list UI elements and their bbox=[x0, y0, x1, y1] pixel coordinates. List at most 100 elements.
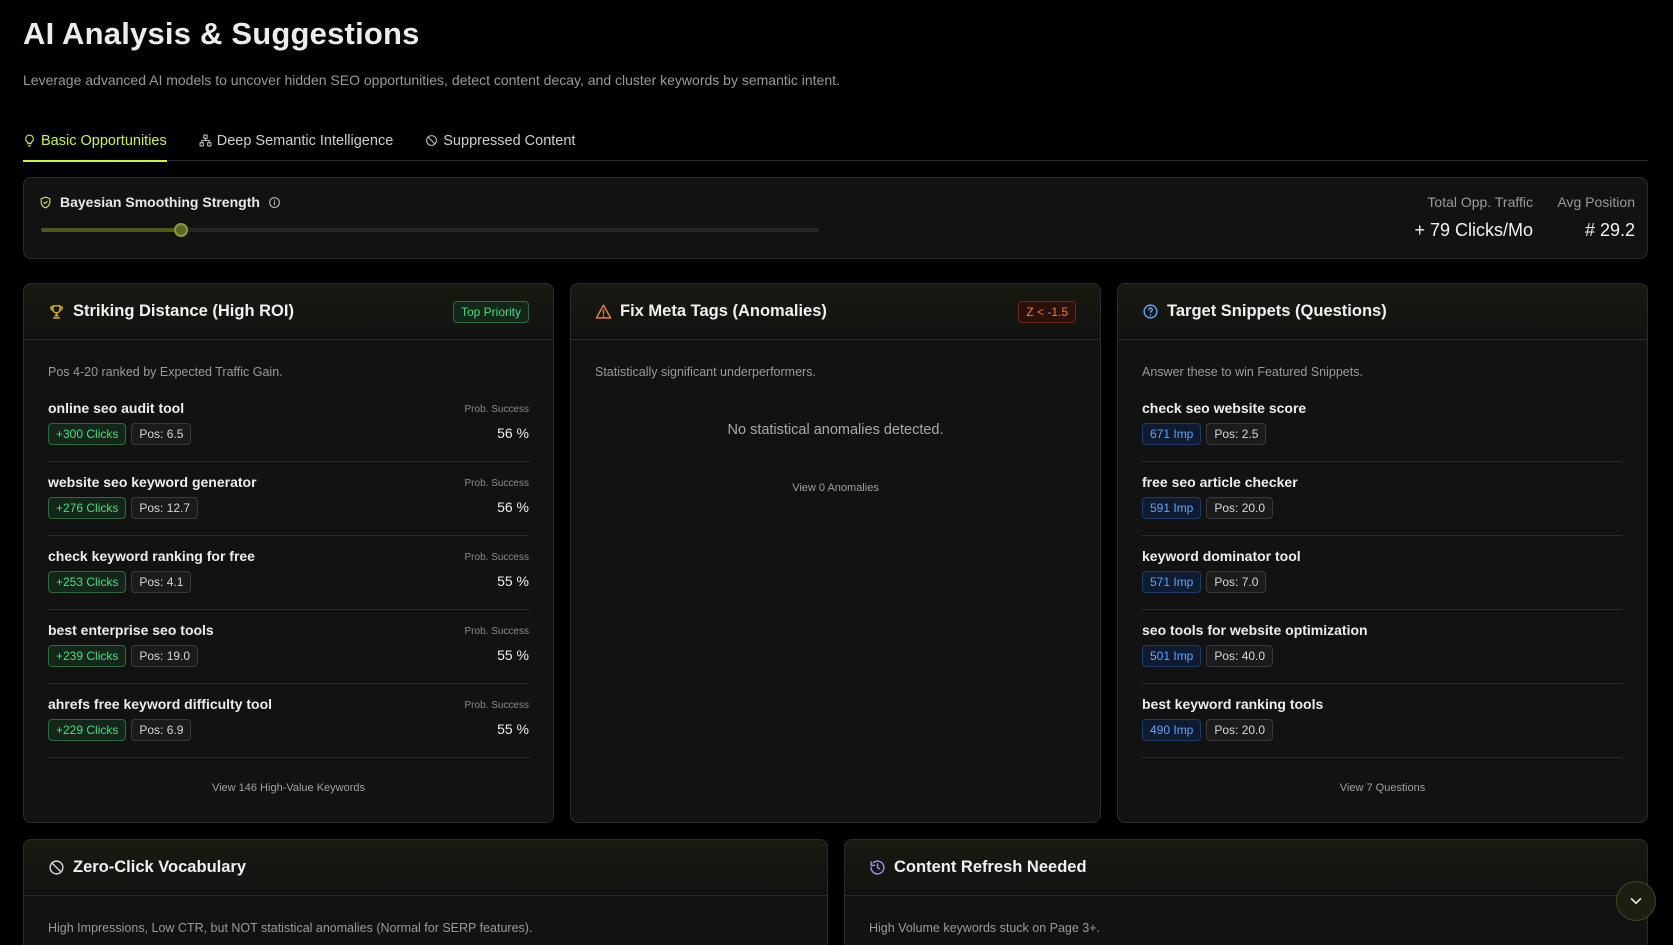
question-row[interactable]: keyword dominator tool 571 Imp Pos: 7.0 bbox=[1142, 536, 1623, 610]
view-high-value-keywords-link[interactable]: View 146 High-Value Keywords bbox=[24, 782, 553, 794]
tab-suppressed-content[interactable]: Suppressed Content bbox=[425, 120, 575, 161]
prob-label: Prob. Success bbox=[464, 552, 529, 563]
position-tag: Pos: 4.1 bbox=[131, 571, 192, 593]
ban-icon bbox=[49, 860, 64, 875]
network-icon bbox=[199, 134, 212, 147]
keyword-row[interactable]: ahrefs free keyword difficulty tool +229… bbox=[48, 684, 529, 758]
keyword-tags: +253 Clicks Pos: 4.1 bbox=[48, 571, 192, 593]
keyword-name: check keyword ranking for free bbox=[48, 548, 255, 564]
z-score-badge: Z < -1.5 bbox=[1018, 300, 1076, 323]
priority-badge: Top Priority bbox=[452, 300, 529, 323]
card-title: Fix Meta Tags (Anomalies) bbox=[595, 302, 827, 321]
target-snippets-card: Target Snippets (Questions) Answer these… bbox=[1117, 283, 1648, 823]
impressions-tag: 671 Imp bbox=[1142, 423, 1202, 445]
question-list: check seo website score 671 Imp Pos: 2.5… bbox=[1142, 388, 1623, 758]
keyword-tags: 591 Imp Pos: 20.0 bbox=[1142, 497, 1274, 519]
position-tag: Pos: 12.7 bbox=[131, 497, 199, 519]
position-tag: Pos: 20.0 bbox=[1206, 497, 1274, 519]
view-anomalies-link[interactable]: View 0 Anomalies bbox=[571, 482, 1100, 494]
question-keyword: keyword dominator tool bbox=[1142, 548, 1301, 564]
view-questions-link[interactable]: View 7 Questions bbox=[1118, 782, 1647, 794]
keyword-tags: +276 Clicks Pos: 12.7 bbox=[48, 497, 199, 519]
keyword-row[interactable]: online seo audit tool +300 Clicks Pos: 6… bbox=[48, 388, 529, 462]
stat-label: Total Opp. Traffic bbox=[1427, 194, 1533, 210]
smoothing-panel: Bayesian Smoothing Strength Total Opp. T… bbox=[23, 177, 1648, 259]
keyword-list: online seo audit tool +300 Clicks Pos: 6… bbox=[48, 388, 529, 758]
card-header: Target Snippets (Questions) bbox=[1118, 284, 1647, 340]
prob-value: 55 % bbox=[497, 721, 529, 737]
clicks-tag: +253 Clicks bbox=[48, 571, 127, 593]
smoothing-label: Bayesian Smoothing Strength bbox=[60, 194, 260, 210]
keyword-tags: +229 Clicks Pos: 6.9 bbox=[48, 719, 192, 741]
question-row[interactable]: seo tools for website optimization 501 I… bbox=[1142, 610, 1623, 684]
chevron-down-icon bbox=[1630, 897, 1642, 905]
impressions-tag: 490 Imp bbox=[1142, 719, 1202, 741]
keyword-name: online seo audit tool bbox=[48, 400, 185, 416]
keyword-name: best enterprise seo tools bbox=[48, 622, 214, 638]
question-keyword: best keyword ranking tools bbox=[1142, 696, 1324, 712]
position-tag: Pos: 40.0 bbox=[1206, 645, 1274, 667]
stat-value: # 29.2 bbox=[1584, 220, 1635, 240]
avg-position: Avg Position # 29.2 bbox=[1557, 194, 1635, 241]
scroll-down-button[interactable] bbox=[1616, 881, 1656, 921]
question-row[interactable]: free seo article checker 591 Imp Pos: 20… bbox=[1142, 462, 1623, 536]
tab-deep-semantic-intelligence[interactable]: Deep Semantic Intelligence bbox=[199, 120, 394, 161]
tab-label: Suppressed Content bbox=[443, 132, 576, 149]
question-keyword: check seo website score bbox=[1142, 400, 1307, 416]
question-circle-icon bbox=[1143, 304, 1158, 319]
keyword-tags: 671 Imp Pos: 2.5 bbox=[1142, 423, 1267, 445]
impressions-tag: 591 Imp bbox=[1142, 497, 1202, 519]
card-header: Content Refresh Needed bbox=[845, 840, 1647, 896]
keyword-name: ahrefs free keyword difficulty tool bbox=[48, 696, 273, 712]
card-header: Striking Distance (High ROI) Top Priorit… bbox=[24, 284, 553, 340]
prob-value: 55 % bbox=[497, 573, 529, 589]
tab-label: Deep Semantic Intelligence bbox=[216, 132, 394, 149]
card-description: High Volume keywords stuck on Page 3+. bbox=[869, 921, 1101, 935]
card-description: Pos 4-20 ranked by Expected Traffic Gain… bbox=[48, 365, 283, 379]
card-header: Fix Meta Tags (Anomalies) Z < -1.5 bbox=[571, 284, 1100, 340]
card-title-text: Fix Meta Tags (Anomalies) bbox=[620, 302, 827, 320]
card-description: Statistically significant underperformer… bbox=[595, 365, 816, 379]
prob-value: 55 % bbox=[497, 647, 529, 663]
card-header: Zero-Click Vocabulary bbox=[24, 840, 827, 896]
impressions-tag: 571 Imp bbox=[1142, 571, 1202, 593]
keyword-name: website seo keyword generator bbox=[48, 474, 257, 490]
stat-value: + 79 Clicks/Mo bbox=[1414, 220, 1533, 240]
info-icon[interactable] bbox=[268, 196, 281, 209]
prob-label: Prob. Success bbox=[464, 626, 529, 637]
clicks-tag: +239 Clicks bbox=[48, 645, 127, 667]
card-title-text: Zero-Click Vocabulary bbox=[73, 858, 247, 876]
keyword-row[interactable]: website seo keyword generator +276 Click… bbox=[48, 462, 529, 536]
ban-icon bbox=[426, 135, 438, 146]
keyword-tags: 490 Imp Pos: 20.0 bbox=[1142, 719, 1274, 741]
content-refresh-card: Content Refresh Needed High Volume keywo… bbox=[844, 839, 1648, 945]
warning-triangle-icon bbox=[595, 304, 612, 319]
position-tag: Pos: 2.5 bbox=[1206, 423, 1267, 445]
slider-handle[interactable] bbox=[174, 223, 189, 237]
card-title: Zero-Click Vocabulary bbox=[48, 858, 246, 877]
lightbulb-icon bbox=[25, 134, 34, 147]
tab-bar: Basic Opportunities Deep Semantic Intell… bbox=[23, 120, 1648, 162]
smoothing-slider[interactable] bbox=[41, 223, 819, 237]
position-tag: Pos: 20.0 bbox=[1206, 719, 1274, 741]
tab-basic-opportunities[interactable]: Basic Opportunities bbox=[23, 120, 167, 162]
keyword-tags: 501 Imp Pos: 40.0 bbox=[1142, 645, 1274, 667]
card-title: Striking Distance (High ROI) bbox=[48, 302, 294, 321]
question-row[interactable]: check seo website score 671 Imp Pos: 2.5 bbox=[1142, 388, 1623, 462]
page-subtitle: Leverage advanced AI models to uncover h… bbox=[23, 72, 840, 88]
zero-click-card: Zero-Click Vocabulary High Impressions, … bbox=[23, 839, 828, 945]
keyword-row[interactable]: check keyword ranking for free +253 Clic… bbox=[48, 536, 529, 610]
total-opp-traffic: Total Opp. Traffic + 79 Clicks/Mo bbox=[1414, 194, 1533, 241]
card-title: Content Refresh Needed bbox=[869, 858, 1087, 877]
empty-state-message: No statistical anomalies detected. bbox=[727, 422, 944, 438]
card-description: Answer these to win Featured Snippets. bbox=[1142, 365, 1363, 379]
question-row[interactable]: best keyword ranking tools 490 Imp Pos: … bbox=[1142, 684, 1623, 758]
clicks-tag: +300 Clicks bbox=[48, 423, 127, 445]
card-title-text: Striking Distance (High ROI) bbox=[73, 302, 294, 320]
prob-label: Prob. Success bbox=[464, 700, 529, 711]
position-tag: Pos: 19.0 bbox=[131, 645, 199, 667]
clicks-tag: +229 Clicks bbox=[48, 719, 127, 741]
clicks-tag: +276 Clicks bbox=[48, 497, 127, 519]
keyword-row[interactable]: best enterprise seo tools +239 Clicks Po… bbox=[48, 610, 529, 684]
prob-value: 56 % bbox=[497, 425, 529, 441]
